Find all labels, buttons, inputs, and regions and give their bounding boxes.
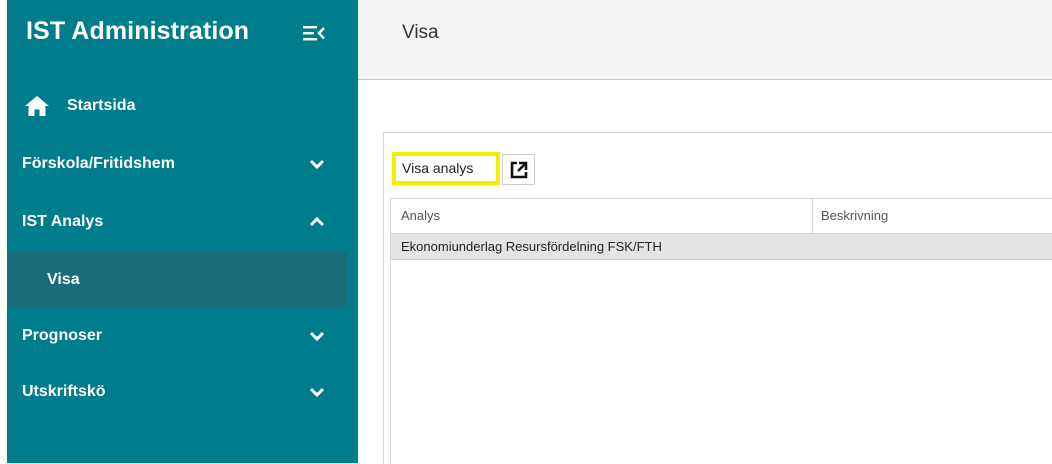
column-header-analys[interactable]: Analys [401, 199, 440, 232]
chevron-down-icon [307, 327, 327, 345]
sidebar-item-label: Utskriftskö [22, 383, 106, 400]
sidebar-header: IST Administration [7, 0, 358, 66]
table-row[interactable]: Ekonomiunderlag Resursfördelning FSK/FTH [391, 234, 1052, 260]
sidebar-item-label: Startsida [67, 97, 136, 114]
chevron-up-icon [307, 213, 327, 231]
sidebar: IST Administration Startsida Förskola/Fr… [7, 0, 358, 463]
sidebar-item-utskriftsko[interactable]: Utskriftskö [7, 364, 358, 420]
sidebar-item-forskola-fritidshem[interactable]: Förskola/Fritidshem [7, 136, 358, 192]
column-divider[interactable] [812, 199, 813, 233]
menu-collapse-icon[interactable] [303, 23, 327, 43]
app-title: IST Administration [26, 17, 250, 45]
sidebar-item-startsida[interactable]: Startsida [7, 78, 358, 134]
home-icon [25, 96, 49, 116]
sidebar-item-label: IST Analys [22, 213, 104, 230]
chevron-down-icon [307, 383, 327, 401]
sidebar-subitem-visa[interactable]: Visa [7, 252, 347, 307]
page-title: Visa [402, 22, 439, 43]
sidebar-item-label: Prognoser [22, 327, 103, 344]
table-cell-analys: Ekonomiunderlag Resursfördelning FSK/FTH [401, 239, 662, 254]
sidebar-item-ist-analys[interactable]: IST Analys [7, 194, 358, 250]
visa-analys-button[interactable]: Visa analys [392, 152, 500, 185]
column-header-beskrivning[interactable]: Beskrivning [821, 199, 888, 232]
external-link-icon [510, 161, 528, 179]
sidebar-item-prognoser[interactable]: Prognoser [7, 308, 358, 364]
analysis-table: Analys Beskrivning Ekonomiunderlag Resur… [390, 198, 1052, 464]
sidebar-subitem-label: Visa [47, 271, 80, 288]
chevron-down-icon [307, 155, 327, 173]
open-external-button[interactable] [502, 154, 535, 185]
page-header: Visa [358, 0, 1052, 80]
sidebar-item-label: Förskola/Fritidshem [22, 155, 175, 172]
table-header: Analys Beskrivning [391, 199, 1052, 234]
